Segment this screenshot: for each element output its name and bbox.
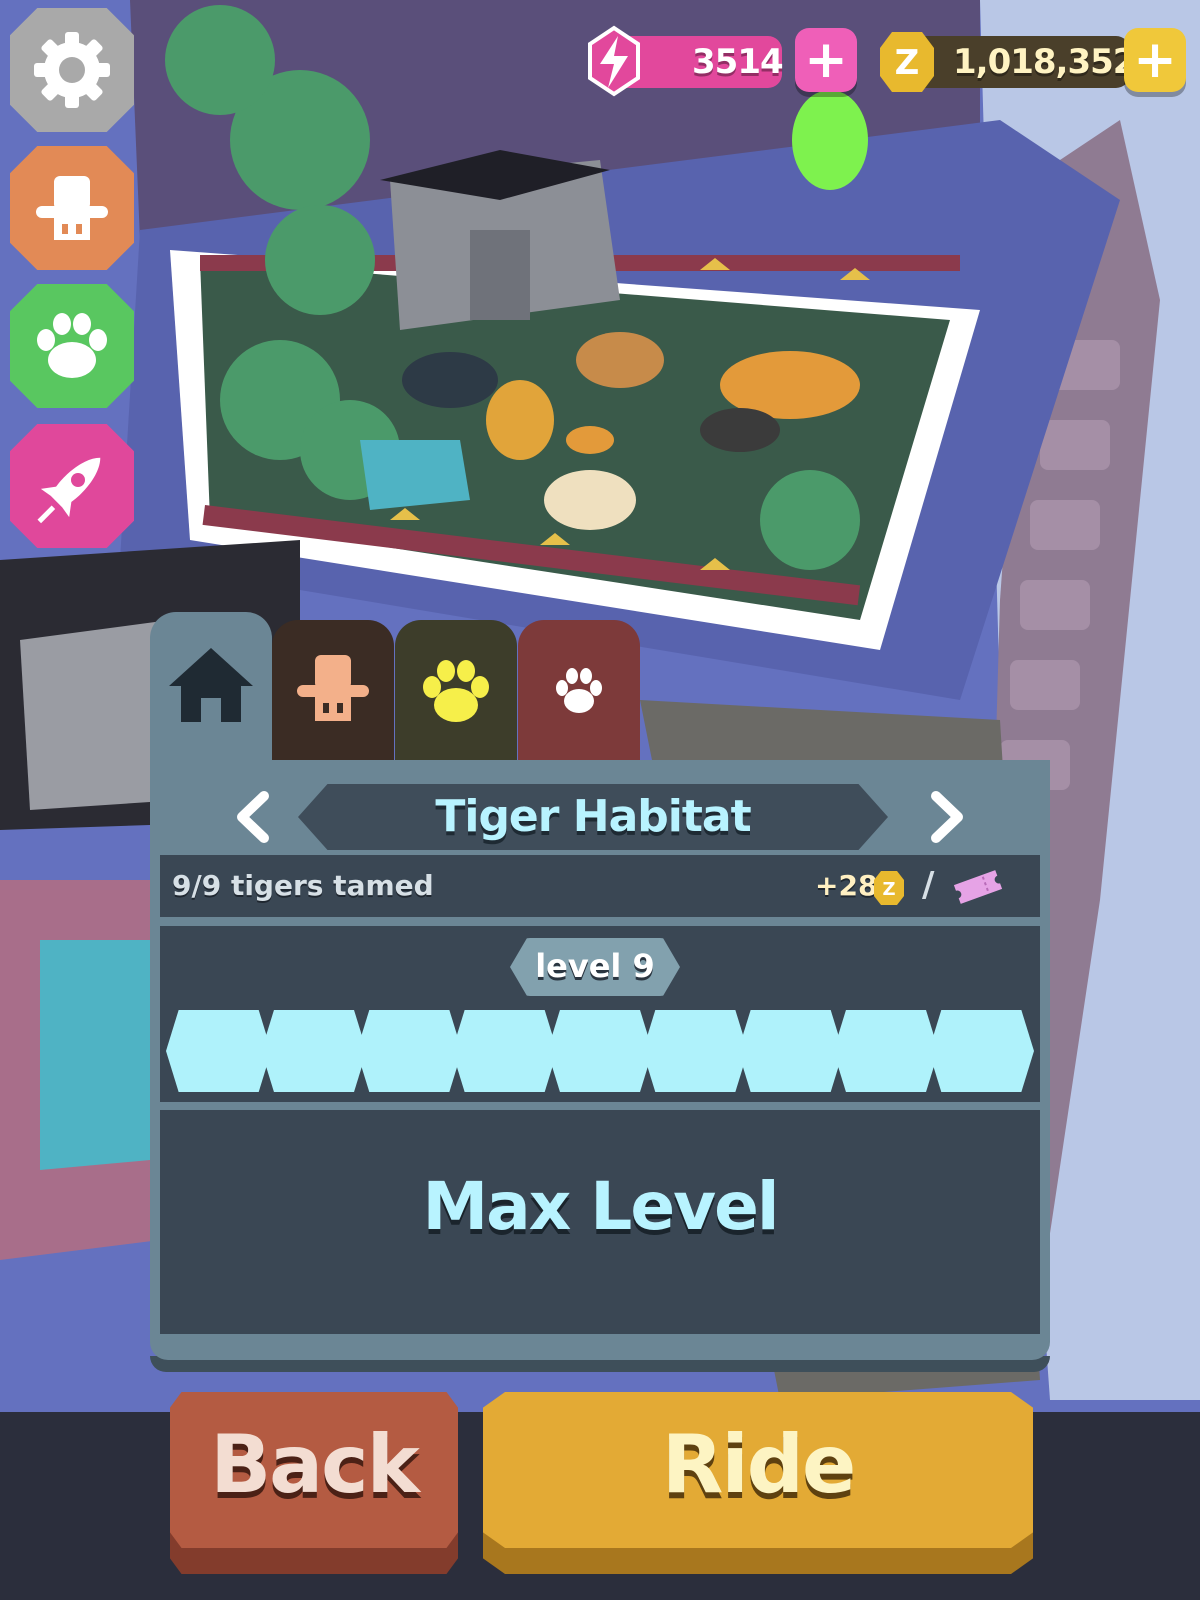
progress-segment [166, 1010, 272, 1092]
buy-energy-button[interactable]: + [795, 28, 857, 92]
tab-animals[interactable] [395, 620, 517, 762]
rocket-icon [37, 457, 101, 524]
tamed-count: 9/9 tigers tamed [172, 869, 434, 902]
habitat-title: Tiger Habitat [435, 791, 751, 842]
progress-segment [833, 1010, 939, 1092]
level-box: level 9 [160, 926, 1040, 1102]
ticket-icon [953, 870, 1003, 904]
lightning-icon [588, 25, 640, 97]
max-level-text: Max Level [422, 1168, 780, 1245]
progress-segment [356, 1010, 462, 1092]
progress-segment [642, 1010, 748, 1092]
progress-segment [928, 1010, 1034, 1092]
chevron-right-icon[interactable] [910, 782, 980, 852]
habitat-title-row: Tiger Habitat [150, 780, 1050, 860]
coin-icon: Z [880, 32, 934, 92]
max-level-box: Max Level [160, 1110, 1040, 1334]
cowboy-hat-icon [36, 176, 108, 240]
progress-segment [738, 1010, 844, 1092]
settings-button[interactable] [10, 8, 134, 132]
energy-value: 3514 [692, 42, 784, 82]
level-progress-bar [166, 1010, 1034, 1092]
back-button[interactable]: Back [170, 1392, 458, 1548]
coin-value: 1,018,352 [953, 42, 1136, 82]
rocket-button[interactable] [10, 424, 134, 548]
cowboy-hat-icon [297, 655, 369, 721]
progress-segment [452, 1010, 558, 1092]
small-paw-icon [556, 668, 602, 713]
paw-icon [423, 660, 489, 722]
animals-button[interactable] [10, 284, 134, 408]
reward-separator: / [922, 865, 935, 905]
reward-amount: +28 [815, 869, 878, 902]
ride-button[interactable]: Ride [483, 1392, 1033, 1548]
chevron-left-icon[interactable] [220, 782, 290, 852]
house-icon [169, 648, 253, 722]
ranger-button[interactable] [10, 146, 134, 270]
paw-icon [37, 313, 107, 378]
tab-habitat[interactable] [150, 612, 272, 760]
svg-text:Z: Z [895, 43, 920, 83]
coin-counter: 1,018,352 [905, 36, 1136, 88]
back-button-label: Back [210, 1418, 420, 1511]
buy-coins-button[interactable]: + [1124, 28, 1186, 92]
svg-text:Z: Z [882, 879, 895, 900]
habitat-panel: Tiger Habitat 9/9 tigers tamed +28 Z / l… [150, 760, 1050, 1372]
tab-pets[interactable] [518, 620, 640, 762]
ride-button-label: Ride [661, 1418, 857, 1511]
progress-segment [547, 1010, 653, 1092]
gear-icon [34, 32, 110, 108]
progress-segment [261, 1010, 367, 1092]
coin-icon: Z [874, 871, 904, 905]
tab-ranger[interactable] [272, 620, 394, 762]
level-label: level 9 [535, 947, 655, 985]
habitat-info-row: 9/9 tigers tamed +28 Z / [160, 855, 1040, 917]
